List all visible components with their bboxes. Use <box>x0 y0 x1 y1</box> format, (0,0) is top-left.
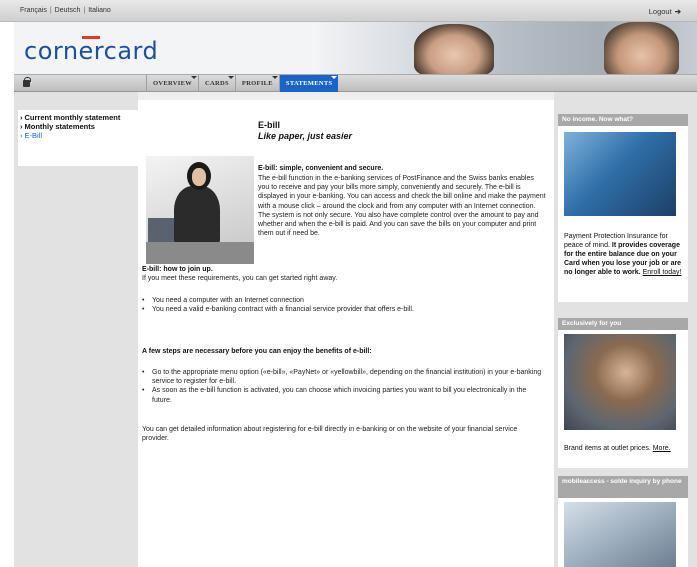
tab-overview[interactable]: OVERVIEW <box>146 75 198 93</box>
page-subtitle: Like paper, just easier <box>258 131 353 141</box>
page-title: E-bill <box>258 120 280 130</box>
cornercard-logo[interactable]: cornercard <box>24 37 158 65</box>
language-link-italian[interactable]: Italiano <box>88 7 111 14</box>
desk-shape <box>146 242 254 264</box>
promo-text-plain: Brand items at outlet prices. <box>564 445 651 452</box>
enroll-link[interactable]: Enroll today! <box>643 269 682 276</box>
steps-heading: A few steps are necessary before you can… <box>142 348 372 355</box>
more-link[interactable]: More. <box>653 445 671 452</box>
logout-button[interactable]: Logout ➔ <box>649 7 681 16</box>
list-item-text: You need a computer with an Internet con… <box>152 297 304 304</box>
laptop-shape <box>148 218 176 244</box>
list-item-text: You need a valid e-banking contract with… <box>152 306 414 314</box>
bullet: • <box>142 297 145 304</box>
header-banner: cornercard <box>14 22 697 74</box>
steps-list: • Go to the appropriate menu option («e-b… <box>142 368 542 405</box>
separator: | <box>49 7 52 14</box>
logout-label: Logout <box>648 7 672 16</box>
businesswoman-photo <box>146 156 254 264</box>
top-bar: Français | Deutsch | Italiano Logout ➔ <box>0 0 697 22</box>
logo-accent-mark <box>82 36 100 39</box>
chevron-right-icon: › <box>20 122 23 131</box>
promo-photo-hands <box>564 132 676 216</box>
list-item: • Go to the appropriate menu option («e-b… <box>142 368 542 386</box>
sidebar-item-label: Monthly statements <box>24 122 95 131</box>
more-info-text: You can get detailed information about r… <box>142 426 518 443</box>
promo-heading: mobileaccess - solde inquiry by phone <box>558 476 688 498</box>
sidebar-item-current-statement[interactable]: › Current monthly statement <box>20 113 136 122</box>
lock-icon <box>23 77 31 87</box>
list-item: • You need a computer with an Internet co… <box>142 296 542 305</box>
content-top-stripe <box>138 92 554 100</box>
intro-heading: E-bill: simple, convenient and secure. <box>258 165 384 172</box>
main-nav: OVERVIEW CARDS PROFILE STATEMENTS <box>14 74 697 93</box>
language-link-french[interactable]: Français <box>20 7 47 14</box>
banner-woman-photo <box>414 24 494 74</box>
promo-heading: Exclusively for you <box>558 318 688 330</box>
person-face-shape <box>192 168 206 186</box>
sidebar-item-label: Current monthly statement <box>24 113 121 122</box>
bullet: • <box>142 387 145 395</box>
left-sidebar: › Current monthly statement › Monthly stat… <box>14 92 138 567</box>
promo-text: Brand items at outlet prices. More. <box>564 444 684 453</box>
nav-tabs: OVERVIEW CARDS PROFILE STATEMENTS <box>146 75 339 93</box>
promo-box-insurance: No income. Now what? Payment Protection … <box>558 114 688 302</box>
right-sidebar: No income. Now what? Payment Protection … <box>554 92 697 567</box>
list-item-text: Go to the appropriate menu option («e-bi… <box>152 369 542 386</box>
sidebar-item-label: E-Bill <box>24 131 43 140</box>
language-link-german[interactable]: Deutsch <box>55 7 81 14</box>
chevron-right-icon: › <box>20 113 23 122</box>
logout-arrow-icon: ➔ <box>674 7 681 16</box>
statements-menu: › Current monthly statement › Monthly stat… <box>18 110 138 166</box>
separator: | <box>83 7 86 14</box>
person-body-shape <box>174 186 220 246</box>
promo-photo-phone <box>564 502 676 567</box>
promo-text: Payment Protection Insurance for peace o… <box>564 232 684 277</box>
banner-man-photo <box>604 22 679 74</box>
tab-profile[interactable]: PROFILE <box>234 75 279 93</box>
bullet: • <box>142 369 145 376</box>
intro-body: The e-bill function in the e-banking ser… <box>258 175 546 238</box>
sidebar-item-monthly-statements[interactable]: › Monthly statements <box>20 122 136 131</box>
language-switcher: Français | Deutsch | Italiano <box>20 7 111 14</box>
requirements-list: • You need a computer with an Internet co… <box>142 296 542 314</box>
tab-statements[interactable]: STATEMENTS <box>278 75 339 93</box>
promo-box-mobileaccess: mobileaccess - solde inquiry by phone <box>558 476 688 567</box>
join-body: If you meet these requirements, you can … <box>142 275 338 282</box>
sidebar-item-e-bill[interactable]: › E-Bill <box>20 131 136 140</box>
list-item-text: As soon as the e-bill function is activa… <box>152 387 527 404</box>
promo-heading: No income. Now what? <box>558 114 688 126</box>
main-content: E-bill Like paper, just easier E-bill: s… <box>138 92 554 567</box>
bullet: • <box>142 306 145 314</box>
tab-cards[interactable]: CARDS <box>198 75 235 93</box>
list-item: • You need a valid e-banking contract wit… <box>142 305 542 314</box>
list-item: • As soon as the e-bill function is activ… <box>142 386 542 404</box>
chevron-right-icon: › <box>20 131 23 140</box>
promo-box-exclusive: Exclusively for you Brand items at outle… <box>558 318 688 468</box>
join-heading: E-bill: how to join up. <box>142 266 213 273</box>
promo-photo-woman <box>564 334 676 430</box>
